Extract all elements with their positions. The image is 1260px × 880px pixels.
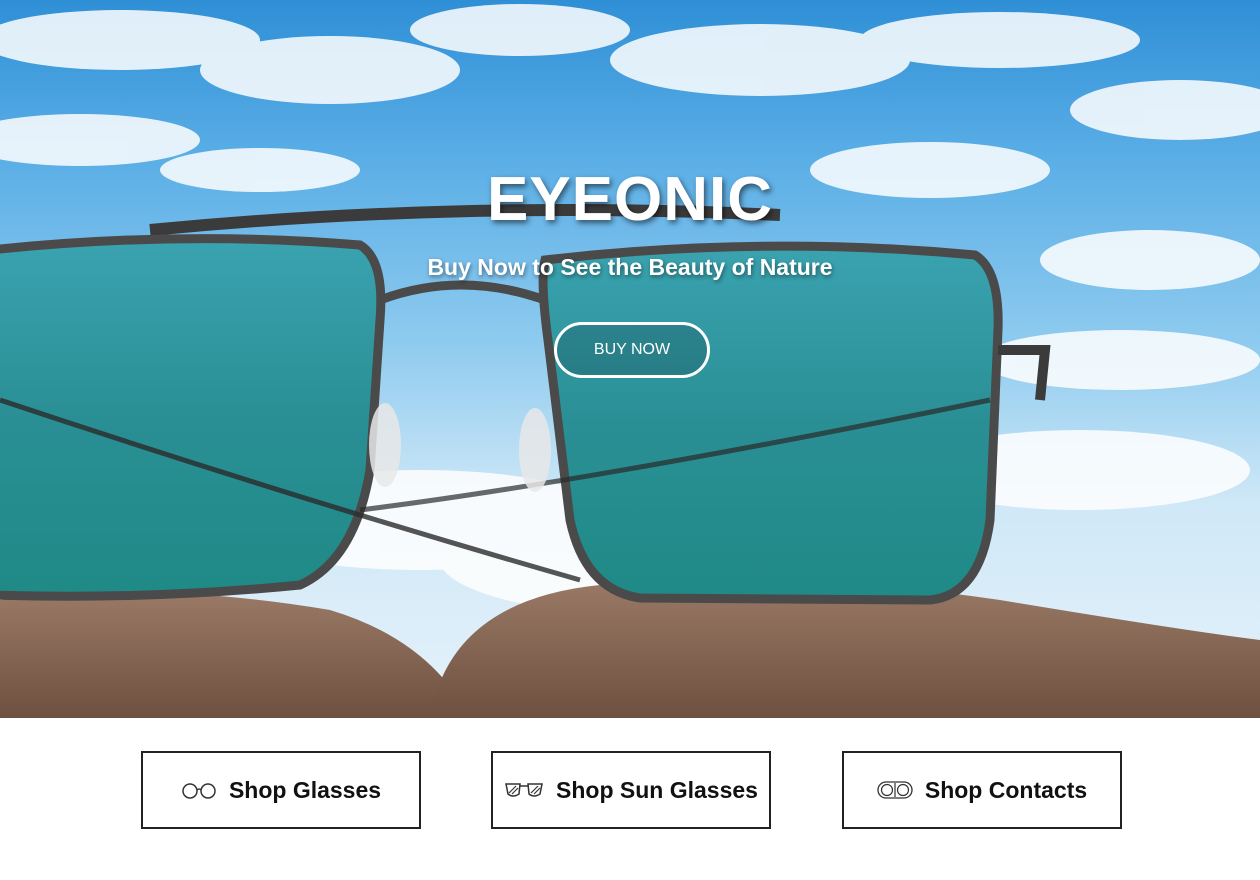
buy-now-button[interactable]: BUY NOW — [554, 322, 710, 378]
hero-subtitle: Buy Now to See the Beauty of Nature — [427, 254, 833, 280]
shop-contacts-label: Shop Contacts — [924, 776, 1088, 803]
shop-glasses-label: Shop Glasses — [228, 776, 382, 803]
glasses-icon — [181, 780, 217, 800]
contact-lens-icon — [877, 780, 913, 800]
shop-sun-glasses-label: Shop Sun Glasses — [556, 776, 758, 803]
shop-sun-glasses-button[interactable]: Shop Sun Glasses — [491, 751, 771, 829]
sunglasses-icon — [504, 780, 544, 800]
shop-contacts-button[interactable]: Shop Contacts — [842, 751, 1122, 829]
hero-title: EYEONIC — [486, 165, 774, 234]
shop-glasses-button[interactable]: Shop Glasses — [141, 751, 421, 829]
hero-banner: EYEONIC Buy Now to See the Beauty of Nat… — [0, 0, 1260, 718]
